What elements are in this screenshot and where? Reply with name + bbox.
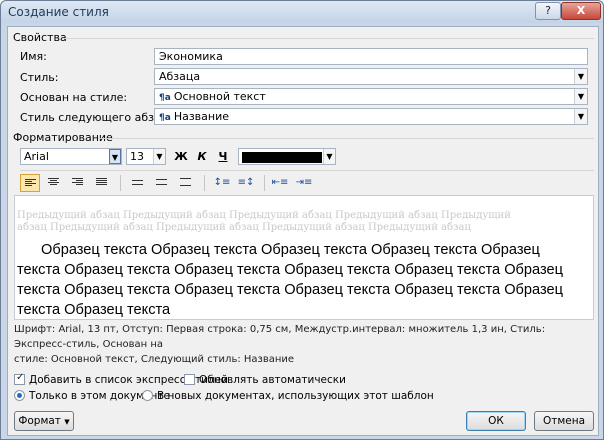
toolbar-separator: [204, 175, 205, 191]
sample-line-4: текста Образец текста: [17, 302, 171, 318]
name-value: Экономика: [159, 50, 223, 63]
title-bar[interactable]: Создание стиля ? X: [1, 1, 603, 23]
space-before-icon[interactable]: ↕≡: [212, 174, 232, 192]
font-color-combo[interactable]: ▼: [238, 148, 336, 165]
auto-update-label: Обновлять автоматически: [199, 374, 346, 386]
align-left-button[interactable]: [20, 174, 40, 192]
single-spacing-button[interactable]: [128, 174, 148, 192]
space-after-icon[interactable]: ≡↕: [236, 174, 256, 192]
sample-line-3: текста Образец текста Образец текста Обр…: [17, 282, 563, 298]
bold-button[interactable]: Ж: [172, 148, 190, 165]
chevron-down-icon[interactable]: ▼: [574, 109, 587, 124]
name-field[interactable]: Экономика: [154, 48, 588, 65]
style-preview-pane: Предыдущий абзац Предыдущий абзац Предыд…: [14, 195, 594, 320]
underline-button[interactable]: Ч: [214, 148, 232, 165]
align-left-icon: [25, 179, 36, 188]
justify-button[interactable]: [92, 174, 112, 192]
style-type-value: Абзаца: [159, 70, 201, 83]
properties-divider: [64, 38, 594, 39]
single-spacing-icon: [132, 180, 143, 189]
paragraph-style-icon: ¶a: [159, 93, 171, 103]
format-menu-button[interactable]: Формат ▼: [14, 411, 74, 431]
font-color-swatch: [242, 152, 322, 163]
checkbox-checked-icon[interactable]: [14, 372, 25, 385]
align-center-button[interactable]: [44, 174, 64, 192]
dialog-body: Свойства Имя: Экономика Стиль: Абзаца ▼ …: [7, 26, 599, 436]
new-documents-label: В новых документах, использующих этот ша…: [157, 390, 434, 402]
new-documents-option[interactable]: В новых документах, использующих этот ша…: [142, 390, 434, 402]
one-half-spacing-icon: [156, 179, 167, 188]
chevron-down-icon[interactable]: ▼: [323, 149, 335, 164]
close-button[interactable]: X: [561, 2, 601, 20]
italic-button[interactable]: К: [193, 148, 211, 165]
justify-icon: [96, 178, 107, 187]
radio-unselected-icon[interactable]: [142, 390, 153, 401]
previous-paragraph-text: Предыдущий абзац Предыдущий абзац Предыд…: [17, 210, 511, 233]
chevron-down-icon[interactable]: ▼: [109, 149, 121, 164]
format-button-label: Формат: [18, 415, 61, 427]
next-style-value: Название: [173, 110, 230, 123]
style-type-dropdown[interactable]: Абзаца ▼: [154, 68, 588, 85]
based-on-label: Основан на стиле:: [20, 91, 128, 104]
based-on-dropdown[interactable]: ¶a Основной текст ▼: [154, 88, 588, 105]
create-style-dialog: Создание стиля ? X Свойства Имя: Экономи…: [0, 0, 604, 440]
dialog-title: Создание стиля: [8, 5, 109, 19]
toolbar-divider: [20, 170, 594, 171]
paragraph-style-icon: ¶a: [159, 113, 171, 123]
font-size-value: 13: [130, 150, 144, 163]
align-center-icon: [48, 178, 59, 187]
chevron-down-icon[interactable]: ▼: [574, 69, 587, 84]
chevron-down-icon[interactable]: ▼: [153, 149, 165, 164]
font-name-value: Arial: [24, 150, 49, 163]
toolbar-separator: [264, 175, 265, 191]
auto-update-option[interactable]: Обновлять автоматически: [184, 374, 346, 386]
description-line-1: Шрифт: Arial, 13 пт, Отступ: Первая стро…: [14, 324, 546, 350]
sample-line-2: текста Образец текста Образец текста Обр…: [17, 262, 563, 278]
font-name-combo[interactable]: Arial ▼: [20, 148, 122, 165]
chevron-down-icon: ▼: [64, 418, 70, 426]
style-type-label: Стиль:: [20, 71, 59, 84]
align-right-button[interactable]: [68, 174, 88, 192]
ok-button[interactable]: ОК: [466, 411, 526, 431]
formatting-divider: [98, 138, 594, 139]
toolbar-separator: [120, 175, 121, 191]
description-line-2: стиле: Основной текст, Следующий стиль: …: [14, 354, 295, 365]
help-button[interactable]: ?: [535, 2, 561, 20]
sample-line-1: Образец текста Образец текста Образец те…: [41, 242, 540, 258]
properties-group-label: Свойства: [13, 31, 67, 44]
radio-selected-icon[interactable]: [14, 390, 25, 401]
style-description: Шрифт: Arial, 13 пт, Отступ: Первая стро…: [14, 322, 574, 367]
align-right-icon: [72, 178, 83, 187]
double-spacing-icon: [180, 178, 191, 187]
font-size-combo[interactable]: 13 ▼: [126, 148, 166, 165]
cancel-button[interactable]: Отмена: [534, 411, 594, 431]
chevron-down-icon[interactable]: ▼: [574, 89, 587, 104]
double-spacing-button[interactable]: [176, 174, 196, 192]
based-on-value: Основной текст: [173, 90, 266, 103]
decrease-indent-icon[interactable]: ⇤≡: [270, 174, 290, 192]
next-style-dropdown[interactable]: ¶a Название ▼: [154, 108, 588, 125]
one-half-spacing-button[interactable]: [152, 174, 172, 192]
checkbox-unchecked-icon[interactable]: [184, 374, 195, 385]
sample-text: Образец текста Образец текста Образец те…: [17, 240, 577, 319]
increase-indent-icon[interactable]: ⇥≡: [294, 174, 314, 192]
name-label: Имя:: [20, 50, 47, 63]
